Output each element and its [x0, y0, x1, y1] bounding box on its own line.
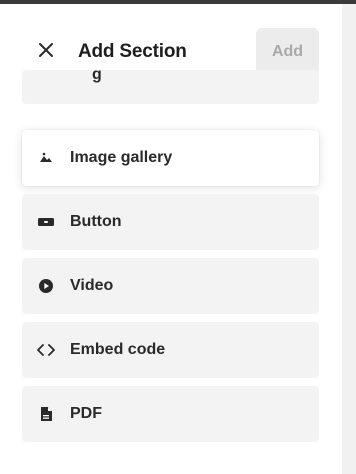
list-item-pdf[interactable]: PDF	[22, 386, 319, 442]
item-label: PDF	[70, 405, 102, 422]
item-label: Image gallery	[70, 149, 173, 166]
document-icon	[22, 406, 70, 422]
item-label: Button	[70, 213, 122, 230]
play-circle-icon	[22, 278, 70, 294]
list-item-partial[interactable]: g	[22, 66, 319, 104]
list-item-button[interactable]: Button	[22, 194, 319, 250]
list-item-embed-code[interactable]: Embed code	[22, 322, 319, 378]
button-icon	[22, 216, 70, 228]
add-button[interactable]: Add	[256, 28, 319, 75]
partial-item-label: g	[92, 66, 102, 83]
close-icon	[38, 42, 54, 63]
item-label: Embed code	[70, 341, 166, 358]
add-section-panel: Add Section Add g Image gallery Button V…	[0, 4, 342, 474]
code-icon	[22, 343, 70, 357]
background-edge	[342, 4, 356, 474]
close-button[interactable]	[34, 40, 58, 64]
image-icon	[22, 150, 70, 166]
list-item-image-gallery[interactable]: Image gallery	[22, 130, 319, 186]
panel-title: Add Section	[78, 41, 187, 62]
list-item-video[interactable]: Video	[22, 258, 319, 314]
item-label: Video	[70, 277, 114, 294]
